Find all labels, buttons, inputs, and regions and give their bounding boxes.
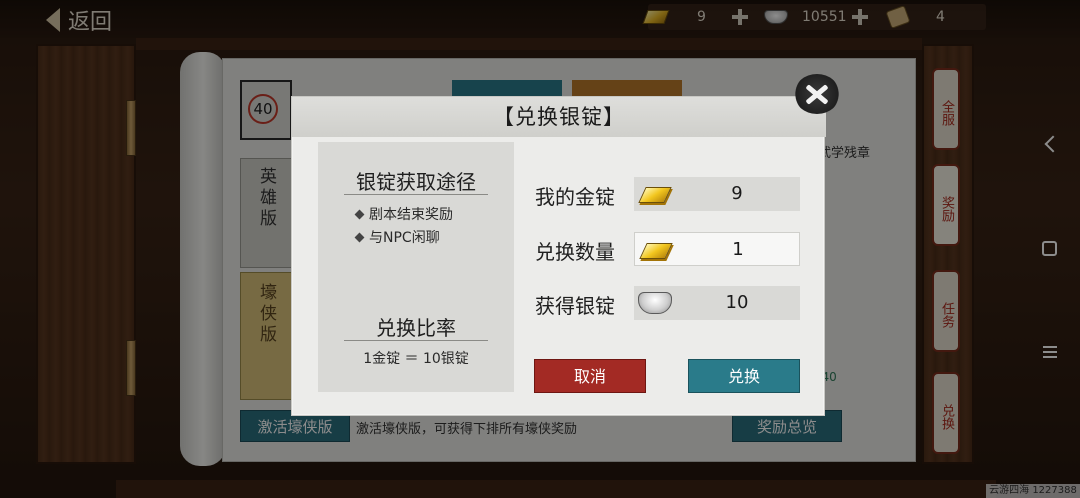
- obtain-item: 与NPC闲聊: [354, 227, 440, 247]
- diamond-bullet-icon: [354, 232, 365, 242]
- obtain-heading: 银锭获取途径: [356, 170, 476, 194]
- info-panel: 银锭获取途径 剧本结束奖励 与NPC闲聊 兑换比率 1金锭 ＝ 10银锭: [318, 142, 514, 392]
- exchange-silver-dialog: 【兑换银锭】 银锭获取途径 剧本结束奖励 与NPC闲聊 兑换比率 1金锭 ＝ 1…: [291, 96, 826, 416]
- exchange-button[interactable]: 兑换: [688, 359, 800, 393]
- exchange-qty-input[interactable]: 1: [634, 232, 800, 266]
- obtain-item: 剧本结束奖励: [354, 204, 453, 224]
- obtain-item-text: 与NPC闲聊: [369, 230, 440, 246]
- gold-ingot-icon: [638, 181, 672, 207]
- dialog-title: 【兑换银锭】: [292, 97, 826, 137]
- my-gold-box: 9: [634, 177, 800, 211]
- divider: [344, 340, 488, 341]
- my-gold-label: 我的金锭: [535, 185, 615, 209]
- divider: [344, 194, 488, 195]
- gain-silver-box: 10: [634, 286, 800, 320]
- gain-silver-label: 获得银锭: [535, 294, 615, 318]
- close-icon[interactable]: [794, 74, 840, 114]
- exchange-qty-value[interactable]: 1: [675, 233, 801, 267]
- my-gold-value: 9: [731, 183, 743, 204]
- exchange-qty-label: 兑换数量: [535, 240, 615, 264]
- cancel-button[interactable]: 取消: [534, 359, 646, 393]
- obtain-item-text: 剧本结束奖励: [369, 207, 453, 223]
- rate-heading: 兑换比率: [376, 316, 456, 340]
- rate-text: 1金锭 ＝ 10银锭: [363, 351, 469, 367]
- diamond-bullet-icon: [354, 209, 365, 219]
- gain-silver-value: 10: [725, 292, 749, 313]
- silver-ingot-icon: [638, 292, 672, 314]
- gold-ingot-icon: [639, 237, 673, 263]
